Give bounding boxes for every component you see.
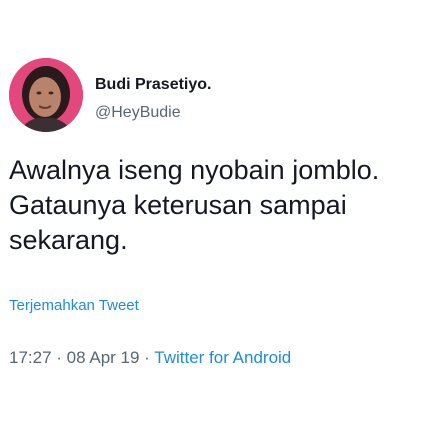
author-handle[interactable]: @HeyBudie [95,104,181,122]
translate-tweet-link[interactable]: Terjemahkan Tweet [9,297,139,314]
tweet-text: Awalnya iseng nyobain jomblo. Gataunya k… [9,153,419,258]
avatar[interactable] [9,58,83,132]
tweet-date: 08 Apr 19 [66,348,140,367]
tweet-text-line: sekarang. [9,225,128,255]
tweet-text-line: Gataunya keterusan sampai [9,190,347,220]
tweet-text-line: Awalnya iseng nyobain jomblo. [9,155,380,185]
meta-separator: · [139,348,155,367]
meta-separator: · [51,348,67,367]
tweet-meta: 17:27 · 08 Apr 19 · Twitter for Android [9,348,291,368]
author-name[interactable]: Budi Prasetiyo. [95,76,211,94]
tweet-time: 17:27 [9,348,52,367]
tweet-source-link[interactable]: Twitter for Android [154,348,291,367]
tweet-card: Budi Prasetiyo. @HeyBudie Awalnya iseng … [0,0,425,425]
avatar-photo [9,58,83,132]
